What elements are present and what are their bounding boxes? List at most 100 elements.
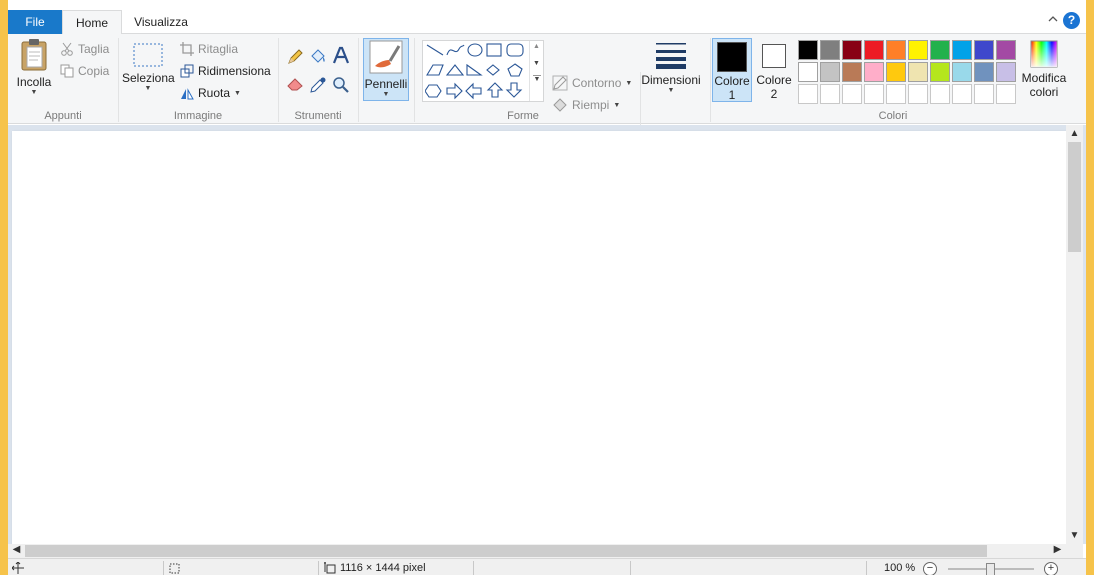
rotate-button[interactable]: Ruota ▼ <box>180 86 241 100</box>
chevron-down-icon: ▼ <box>30 89 38 96</box>
chevron-down-icon: ▼ <box>667 87 675 94</box>
resize-button[interactable]: Ridimensiona <box>180 64 271 78</box>
shapes-grid <box>425 43 524 100</box>
scroll-up-icon[interactable]: ▲ <box>1066 128 1083 139</box>
palette-swatch[interactable] <box>864 62 884 82</box>
custom-color-slot[interactable] <box>798 84 818 104</box>
palette-swatch[interactable] <box>974 40 994 60</box>
palette-swatch[interactable] <box>798 40 818 60</box>
eraser-tool[interactable] <box>286 76 304 92</box>
custom-color-slot[interactable] <box>952 84 972 104</box>
scissors-icon <box>61 42 73 56</box>
size-button[interactable]: Dimensioni ▼ <box>636 40 706 94</box>
palette-swatch[interactable] <box>930 62 950 82</box>
palette-swatch[interactable] <box>842 62 862 82</box>
custom-color-slot[interactable] <box>908 84 928 104</box>
crop-button[interactable]: Ritaglia <box>180 42 238 56</box>
zoom-out-button[interactable]: − <box>923 562 937 575</box>
edit-colors-button[interactable]: Modifica colori <box>1016 40 1072 99</box>
color1-number: 1 <box>728 88 736 102</box>
zoom-in-button[interactable]: + <box>1044 562 1058 575</box>
shapes-gallery-scroll[interactable]: ▲ ▼ ▼ <box>529 41 543 101</box>
palette-swatch[interactable] <box>798 62 818 82</box>
palette-swatch[interactable] <box>908 40 928 60</box>
brush-icon <box>369 40 403 74</box>
palette-swatch[interactable] <box>886 62 906 82</box>
clipboard-group-label: Appunti <box>44 110 82 122</box>
magnifier-tool[interactable] <box>332 76 350 94</box>
drawing-canvas[interactable] <box>12 131 1066 544</box>
tab-view[interactable]: Visualizza <box>128 10 194 34</box>
vertical-scrollbar[interactable]: ▲ ▼ <box>1066 125 1083 544</box>
copy-button[interactable]: Copia <box>60 64 109 78</box>
paste-button[interactable]: Incolla ▼ <box>12 38 56 96</box>
custom-color-slot[interactable] <box>886 84 906 104</box>
custom-color-slot[interactable] <box>930 84 950 104</box>
line-thickness-icon <box>656 43 686 69</box>
color2-label: Colore <box>756 73 792 87</box>
pencil-tool[interactable] <box>286 48 304 66</box>
status-divider <box>318 561 319 575</box>
custom-color-slot[interactable] <box>864 84 884 104</box>
clipboard-icon <box>21 39 47 71</box>
palette-swatch[interactable] <box>974 62 994 82</box>
scroll-right-icon[interactable]: ▶ <box>1049 544 1066 555</box>
scrollbar-corner <box>1066 544 1083 558</box>
custom-color-slot[interactable] <box>974 84 994 104</box>
image-size: 1116 × 1444 pixel <box>324 562 426 574</box>
palette-swatch[interactable] <box>996 40 1016 60</box>
select-button[interactable]: Seleziona ▼ <box>122 42 175 92</box>
horizontal-scroll-thumb[interactable] <box>25 545 987 557</box>
chevron-down-icon: ▼ <box>144 85 152 92</box>
ribbon-collapse-icon[interactable] <box>1046 13 1060 27</box>
palette-swatch[interactable] <box>908 62 928 82</box>
selection-rectangle-icon <box>133 43 163 67</box>
fill-tool[interactable] <box>309 48 327 66</box>
palette-swatch[interactable] <box>930 40 950 60</box>
palette-swatch[interactable] <box>864 40 884 60</box>
window-frame-right <box>1086 0 1094 575</box>
tab-home[interactable]: Home <box>62 10 122 35</box>
custom-color-slot[interactable] <box>820 84 840 104</box>
vertical-scroll-thumb[interactable] <box>1068 142 1081 252</box>
help-icon[interactable]: ? <box>1063 12 1080 29</box>
palette-swatch[interactable] <box>952 62 972 82</box>
scroll-up-icon[interactable]: ▲ <box>530 43 543 50</box>
palette-swatch[interactable] <box>842 40 862 60</box>
scroll-left-icon[interactable]: ◀ <box>8 544 25 555</box>
custom-color-slot[interactable] <box>842 84 862 104</box>
group-tools: Strumenti <box>278 34 358 124</box>
text-tool[interactable] <box>332 46 350 66</box>
outline-button[interactable]: Contorno ▼ <box>552 75 632 91</box>
ribbon-home: Incolla ▼ Taglia Copia Appunti Seleziona… <box>8 34 1086 156</box>
cut-button[interactable]: Taglia <box>60 42 109 56</box>
color1-button[interactable]: Colore 1 <box>712 38 752 102</box>
rotate-icon <box>181 88 194 100</box>
status-bar: 1116 × 1444 pixel 100 % − + <box>8 558 1086 575</box>
fill-shape-button[interactable]: Riempi ▼ <box>552 97 620 113</box>
group-size: Dimensioni ▼ <box>632 34 710 124</box>
custom-color-slot[interactable] <box>996 84 1016 104</box>
resize-icon <box>180 64 194 78</box>
zoom-slider-thumb[interactable] <box>986 563 995 575</box>
expand-gallery-icon[interactable]: ▼ <box>533 75 541 83</box>
group-image: Seleziona ▼ Ritaglia Ridimensiona Ruota … <box>118 34 278 124</box>
palette-swatch[interactable] <box>952 40 972 60</box>
scroll-down-icon[interactable]: ▼ <box>1066 530 1083 541</box>
eraser-icon <box>287 78 303 91</box>
color2-button[interactable]: Colore 2 <box>754 38 794 102</box>
brushes-button[interactable]: Pennelli ▼ <box>363 38 409 101</box>
shapes-gallery: ▲ ▼ ▼ <box>422 40 544 102</box>
palette-swatch[interactable] <box>820 40 840 60</box>
horizontal-scrollbar[interactable]: ◀ ▶ <box>8 544 1066 558</box>
palette-swatch[interactable] <box>886 40 906 60</box>
palette-swatch[interactable] <box>996 62 1016 82</box>
crop-icon <box>180 42 194 56</box>
color-spectrum-icon <box>1030 40 1058 68</box>
status-divider <box>163 561 164 575</box>
palette-swatch[interactable] <box>820 62 840 82</box>
brushes-label: Pennelli <box>364 77 408 91</box>
scroll-down-icon[interactable]: ▼ <box>530 60 543 67</box>
color-picker-tool[interactable] <box>309 76 327 94</box>
tab-file[interactable]: File <box>8 10 62 34</box>
